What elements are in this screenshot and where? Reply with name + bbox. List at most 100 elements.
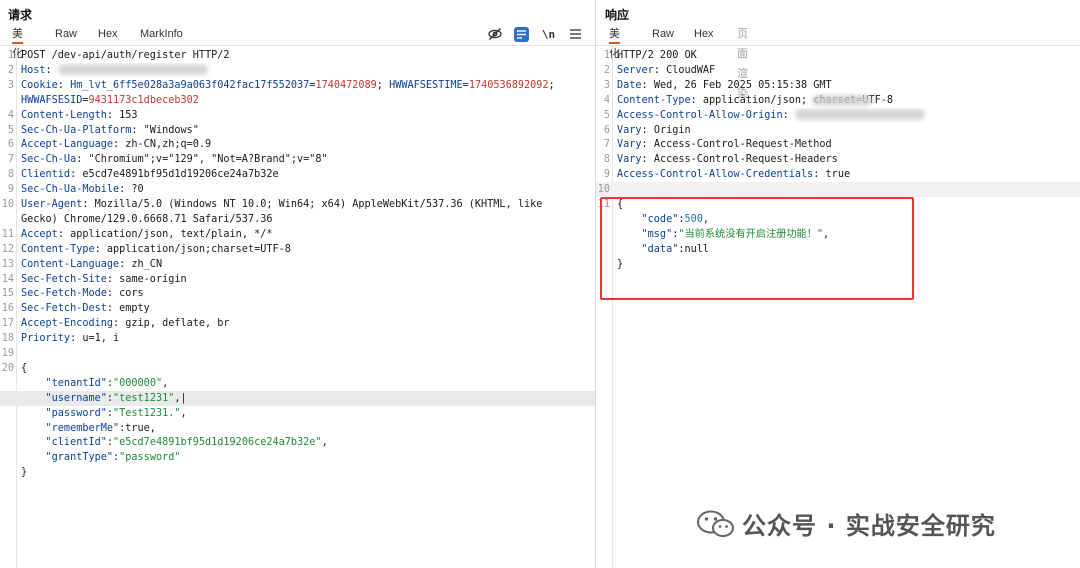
code-token: "tenantId" <box>21 377 107 389</box>
code-token: , <box>823 228 830 240</box>
line-content: "rememberMe":true, <box>21 421 595 436</box>
text-wrap-icon[interactable] <box>514 26 529 42</box>
line-number: 17 <box>1 318 14 330</box>
code-token: , <box>180 407 187 419</box>
code-token: "rememberMe" <box>21 422 120 434</box>
code-token: { <box>21 362 28 374</box>
response-editor[interactable]: 1 HTTP/2 200 OK 2 Server: CloudWAF 3 Date: We… <box>596 45 1080 568</box>
eye-off-icon[interactable] <box>487 27 502 42</box>
request-code-line: 11 Accept: application/json, text/plain, … <box>0 227 595 242</box>
code-token: : "Windows" <box>131 124 199 136</box>
response-code-line: "msg":"当前系统没有开启注册功能！", <box>596 227 1080 242</box>
response-tab-0[interactable]: 美化 <box>609 24 620 60</box>
request-toolbar: \n <box>487 24 583 44</box>
line-content: Accept-Encoding: gzip, deflate, br <box>21 316 595 331</box>
code-token: : <box>57 79 71 91</box>
code-token: Access-Control-Allow-Credentials <box>617 169 814 181</box>
line-content: "tenantId":"000000", <box>21 376 595 391</box>
request-code-line: Gecko) Chrome/129.0.6668.71 Safari/537.3… <box>0 212 595 227</box>
request-tab-1[interactable]: Raw <box>55 24 77 44</box>
line-number: 16 <box>1 303 14 315</box>
line-number: 6 <box>603 124 610 136</box>
request-code-line: "password":"Test1231.", <box>0 406 595 421</box>
code-token: : ?0 <box>119 184 144 196</box>
redacted-host <box>57 64 208 76</box>
line-content: Sec-Fetch-Site: same-origin <box>21 272 595 287</box>
response-tab-1[interactable]: Raw <box>652 24 674 44</box>
code-token: HWWAFSESID <box>21 94 83 106</box>
hamburger-menu-icon[interactable] <box>568 27 583 42</box>
code-token: ,| <box>174 392 187 404</box>
line-number: 5 <box>7 124 14 136</box>
request-code-line: 19 <box>0 346 595 361</box>
code-token: Sec-Ch-Ua-Mobile <box>21 184 120 196</box>
code-token: : <box>45 64 58 76</box>
line-content: Content-Type: application/json; charset=… <box>617 93 1080 108</box>
request-tab-3[interactable]: MarkInfo <box>140 24 183 44</box>
code-token: : Access-Control-Request-Headers <box>641 154 838 166</box>
request-code-line: 4 Content-Length: 153 <box>0 108 595 123</box>
code-token: : "Chromium";v="129", "Not=A?Brand";v="8… <box>76 154 328 166</box>
code-token: : 153 <box>106 109 138 121</box>
response-code-line: 3 Date: Wed, 26 Feb 2025 05:15:38 GMT <box>596 78 1080 93</box>
code-token: , <box>702 213 710 225</box>
line-number: 7 <box>7 154 14 166</box>
line-content: Content-Length: 153 <box>21 108 595 123</box>
watermark: 公众号 · 实战安全研究 <box>696 506 996 541</box>
line-content: "grantType":"password" <box>21 450 595 465</box>
code-token: Accept <box>21 228 58 240</box>
code-token: : true <box>813 169 851 181</box>
response-pane: 响应 美化 Raw Hex 页面渲染 1 HTTP/2 200 OK 2 Server: C… <box>596 0 1080 568</box>
redacted-charset-overlay <box>812 94 872 106</box>
request-tab-0[interactable]: 美化 <box>12 24 23 60</box>
response-code-line: 11 { <box>596 197 1080 212</box>
code-token: : application/json, text/plain, */* <box>57 228 273 240</box>
response-code-line: "code":500, <box>596 212 1080 227</box>
code-token: : u=1, i <box>70 333 120 345</box>
response-tab-3[interactable]: 页面渲染 <box>737 24 748 100</box>
line-content: { <box>617 197 1080 212</box>
line-content: Content-Type: application/json;charset=U… <box>21 242 595 257</box>
request-code-line: 17 Accept-Encoding: gzip, deflate, br <box>0 316 595 331</box>
line-number: 18 <box>1 333 14 345</box>
code-token: Vary <box>617 124 642 136</box>
newline-toggle-button[interactable]: \n <box>541 27 556 42</box>
line-number: 2 <box>7 64 14 76</box>
code-token: "username" <box>21 392 107 404</box>
code-token: "000000" <box>113 377 163 389</box>
request-code-line: 16 Sec-Fetch-Dest: empty <box>0 301 595 316</box>
request-editor[interactable]: 1 POST /dev-api/auth/register HTTP/2 2 Host… <box>0 45 595 568</box>
line-number: 10 <box>1 199 14 210</box>
wechat-icon <box>697 510 734 537</box>
request-code-line: 5 Sec-Ch-Ua-Platform: "Windows" <box>0 123 595 138</box>
code-token: : application/json;charset=UTF-8 <box>94 243 291 255</box>
line-number: 12 <box>1 243 14 255</box>
request-code-line: 8 Clientid: e5cd7e4891bf95d1d19206ce24a7b… <box>0 167 595 182</box>
line-content: Accept: application/json, text/plain, */… <box>21 227 595 242</box>
watermark-text: 公众号 · 实战安全研究 <box>742 512 996 540</box>
line-number: 4 <box>7 109 14 121</box>
code-token: : <box>782 109 795 121</box>
request-code-line: 2 Host: <box>0 63 595 78</box>
request-code-line: 9 Sec-Ch-Ua-Mobile: ?0 <box>0 182 595 197</box>
line-number: 5 <box>603 109 610 121</box>
line-content: Access-Control-Allow-Origin: <box>617 108 1080 123</box>
response-code-line: "data":null <box>596 242 1080 257</box>
line-number: 20 <box>1 362 14 374</box>
line-number: 8 <box>603 154 610 166</box>
response-tab-2[interactable]: Hex <box>694 24 714 44</box>
code-token: HTTP/2 200 OK <box>617 50 697 61</box>
line-number: 15 <box>1 288 14 300</box>
line-content: Sec-Fetch-Mode: cors <box>21 286 595 301</box>
line-content: Date: Wed, 26 Feb 2025 05:15:38 GMT <box>617 78 1080 93</box>
line-content: Content-Language: zh_CN <box>21 257 595 272</box>
line-content: "clientId":"e5cd7e4891bf95d1d19206ce24a7… <box>21 435 595 450</box>
line-content: } <box>21 465 595 480</box>
code-token: : e5cd7e4891bf95d1d19206ce24a7b32e <box>70 169 279 181</box>
request-code-line: "username":"test1231",| <box>0 390 595 406</box>
code-token: : Origin <box>641 124 691 136</box>
code-token: HWWAFSESTIME <box>389 79 463 91</box>
code-token: : zh_CN <box>119 258 163 270</box>
request-pane: 请求 美化 Raw Hex MarkInfo \n 1 POST /dev-api/au… <box>0 0 595 568</box>
request-tab-2[interactable]: Hex <box>98 24 118 44</box>
